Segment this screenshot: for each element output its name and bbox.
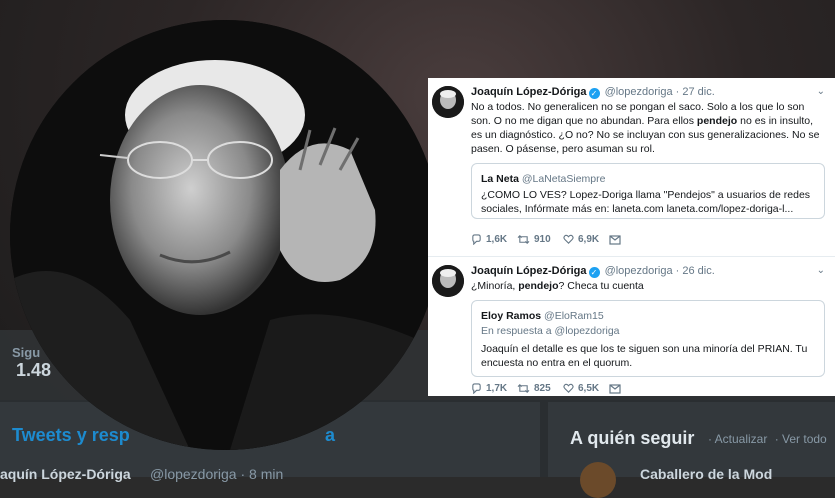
suggested-user-name[interactable]: Caballero de la Mod [640,466,772,482]
tweet-header: Joaquín López-Dóriga ✓ @lopezdoriga · 27 … [471,86,715,99]
like-button[interactable]: 6,5K [563,383,609,394]
quoted-tweet-text: ¿COMO LO VES? Lopez-Doriga llama "Pendej… [481,189,811,215]
tweet-date[interactable]: · 27 dic. [676,86,715,98]
quoted-tweet[interactable]: La Neta @LaNetaSiempre ¿COMO LO VES? Lop… [471,163,825,219]
chevron-down-icon[interactable]: ⌄ [817,265,825,276]
quoted-author-name: Eloy Ramos [481,310,542,322]
reply-count: 1,7K [486,383,508,394]
direct-message-button[interactable] [609,383,655,394]
refresh-link[interactable]: · Actualizar [708,432,767,446]
in-reply-to: En respuesta a @lopezdoriga [481,325,620,337]
quoted-author-name: La Neta [481,173,519,185]
heart-icon [563,234,574,244]
direct-message-button[interactable] [609,234,655,245]
timeline-tweet-handle[interactable]: @lopezdoriga · 8 min [150,466,283,482]
tweet-text: ¿Minoría, pendejo? Checa tu cuenta [471,280,644,292]
author-name[interactable]: Joaquín López-Dóriga [471,86,587,98]
like-button[interactable]: 6,9K [563,234,609,245]
timeline-tweet-author[interactable]: aquín López-Dóriga [0,466,131,482]
like-count: 6,5K [578,383,600,394]
heart-icon [563,383,574,393]
tweet[interactable]: Joaquín López-Dóriga ✓ @lopezdoriga · 27 … [428,78,835,256]
author-handle[interactable]: @lopezdoriga [605,86,673,98]
chevron-down-icon[interactable]: ⌄ [817,86,825,97]
avatar[interactable] [432,86,464,118]
following-label[interactable]: Sigu [12,345,40,360]
reply-icon [472,383,481,394]
retweet-button[interactable]: 825 [517,383,563,394]
like-count: 6,9K [578,234,600,245]
tweet-actions: 1,7K 825 6,5K [471,383,655,394]
profile-photo[interactable] [10,20,440,450]
tweet-text: No a todos. No generalicen no se pongan … [471,101,820,155]
tweet-date[interactable]: · 26 dic. [676,265,715,277]
view-all-link[interactable]: · Ver todo [775,432,827,446]
quoted-author-handle: @LaNetaSiempre [521,173,606,185]
who-to-follow-title: A quién seguir [570,428,695,448]
tweet-actions: 1,6K 910 6,9K [471,234,655,245]
retweet-count: 825 [534,383,551,394]
reply-count: 1,6K [486,234,508,245]
retweet-icon [517,235,530,244]
quoted-tweet-header: La Neta @LaNetaSiempre [481,173,605,185]
quoted-author-handle: @EloRam15 [544,310,604,322]
author-handle[interactable]: @lopezdoriga [605,265,673,277]
tweet-header: Joaquín López-Dóriga ✓ @lopezdoriga · 26 … [471,265,715,278]
envelope-icon [609,234,621,245]
reply-button[interactable]: 1,6K [471,234,517,245]
following-count[interactable]: 1.48 [16,360,51,381]
who-to-follow-links: · Actualizar · Ver todo [708,432,831,446]
reply-button[interactable]: 1,7K [471,383,517,394]
author-name[interactable]: Joaquín López-Dóriga [471,265,587,277]
envelope-icon [609,383,621,394]
retweet-icon [517,384,530,393]
reply-icon [472,234,481,245]
tab-tweets-and-replies[interactable]: Tweets y resp [12,425,130,446]
quoted-tweet[interactable]: Eloy Ramos @EloRam15 En respuesta a @lop… [471,300,825,377]
avatar[interactable] [432,265,464,297]
tab-media[interactable]: a [325,425,335,446]
verified-badge-icon: ✓ [588,267,600,278]
verified-badge-icon: ✓ [588,88,600,99]
tweet[interactable]: Joaquín López-Dóriga ✓ @lopezdoriga · 26 … [428,256,835,397]
retweet-count: 910 [534,234,551,245]
quoted-tweet-text: Joaquín el detalle es que los te siguen … [481,343,808,369]
tweet-screenshot-card: Joaquín López-Dóriga ✓ @lopezdoriga · 27 … [428,78,835,396]
suggested-user-avatar[interactable] [580,462,616,498]
retweet-button[interactable]: 910 [517,234,563,245]
quoted-tweet-header: Eloy Ramos @EloRam15 [481,310,604,322]
